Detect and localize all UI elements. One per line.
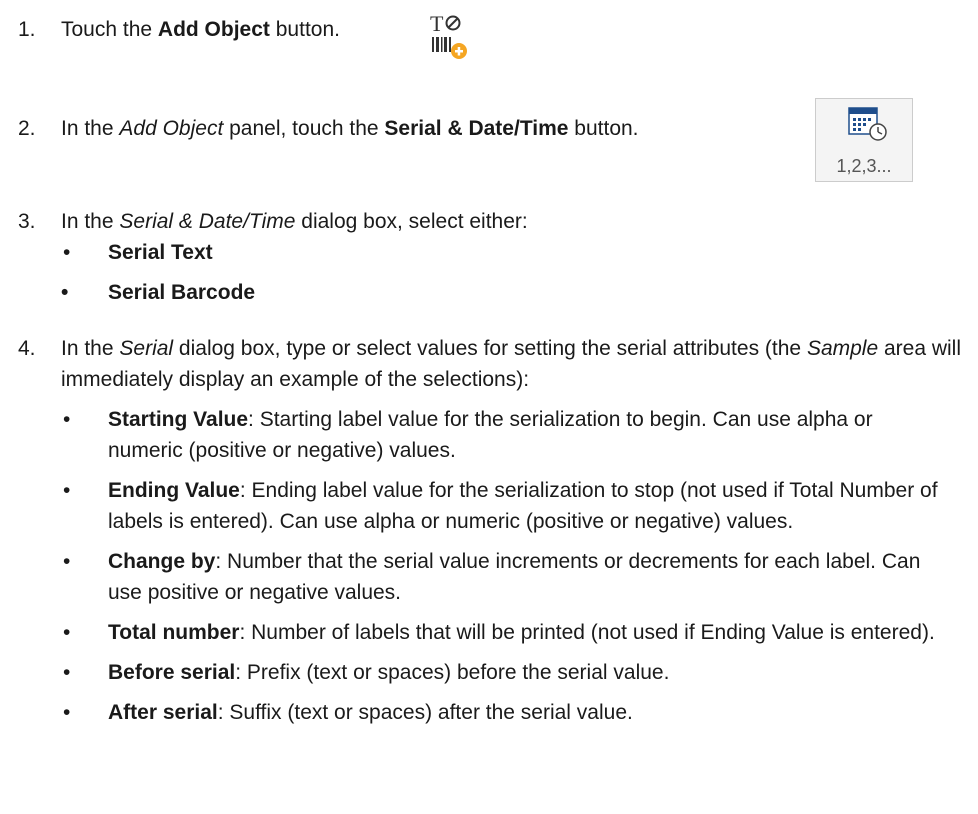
step-text-post: dialog box, select either: <box>295 210 528 233</box>
list-item: • Total number: Number of labels that wi… <box>61 617 938 648</box>
step-number: 4. <box>18 337 36 360</box>
attribute-term: Total number <box>108 621 240 644</box>
svg-text:T: T <box>430 11 444 36</box>
list-item: • Serial Barcode <box>61 277 938 308</box>
option-serial-barcode: Serial Barcode <box>108 281 256 304</box>
attribute-description: : Number of labels that will be printed … <box>239 621 935 644</box>
step-text-pre: In the <box>61 337 120 360</box>
step-text-pre: In the <box>61 210 120 233</box>
list-item: • Starting Value: Starting label value f… <box>61 404 938 466</box>
attribute-description: : Suffix (text or spaces) after the seri… <box>217 701 633 724</box>
step-italic-add-object: Add Object <box>119 117 224 140</box>
step-text-pre: In the <box>61 117 120 140</box>
step-number: 3. <box>18 210 36 233</box>
bullet-marker: • <box>63 550 71 573</box>
bullet-marker: • <box>63 479 71 502</box>
add-object-icon-graphic: T <box>430 11 467 59</box>
list-item: • Ending Value: Ending label value for t… <box>61 475 938 537</box>
serial-attributes-list: • Starting Value: Starting label value f… <box>61 404 938 737</box>
list-item: • After serial: Suffix (text or spaces) … <box>61 697 938 728</box>
step-text-mid: panel, touch the <box>223 117 385 140</box>
step-italic-serial: Serial <box>119 337 174 360</box>
add-object-icon: T <box>424 10 470 64</box>
step-text-post: button. <box>269 18 340 41</box>
list-item: • Before serial: Prefix (text or spaces)… <box>61 657 938 688</box>
step-text-mid: dialog box, type or select values for se… <box>173 337 807 360</box>
attribute-term: After serial <box>108 701 218 724</box>
calendar-clock-icon <box>848 107 887 141</box>
bullet-marker: • <box>63 408 71 431</box>
step-text-post: button. <box>568 117 639 140</box>
attribute-term: Ending Value <box>108 479 240 502</box>
attribute-term: Before serial <box>108 661 236 684</box>
list-item: • Serial Text <box>61 237 938 268</box>
bullet-marker: • <box>63 661 71 684</box>
step-term-add-object: Add Object <box>157 18 270 41</box>
attribute-term: Change by <box>108 550 216 573</box>
step-text-pre: Touch the <box>61 18 158 41</box>
attribute-description: : Prefix (text or spaces) before the ser… <box>235 661 670 684</box>
attribute-term: Starting Value <box>108 408 249 431</box>
step-text: Touch the Add Object button. <box>61 14 966 45</box>
bullet-marker: • <box>63 621 71 644</box>
serial-date-time-icon: 1,2,3... <box>815 98 913 182</box>
step-text: In the Serial dialog box, type or select… <box>61 333 966 395</box>
step-text: In the Serial & Date/Time dialog box, se… <box>61 206 966 237</box>
serial-icon-caption: 1,2,3... <box>836 156 892 176</box>
step-number: 1. <box>18 18 36 41</box>
bullet-marker: • <box>63 241 71 264</box>
list-item: • Change by: Number that the serial valu… <box>61 546 938 608</box>
step-term-serial-date-time: Serial & Date/Time <box>384 117 569 140</box>
step-italic-serial-date-time: Serial & Date/Time <box>119 210 296 233</box>
step-3-options: • Serial Text • Serial Barcode <box>61 237 938 317</box>
step-italic-sample: Sample <box>806 337 879 360</box>
attribute-description: : Number that the serial value increment… <box>108 550 921 604</box>
step-number: 2. <box>18 117 36 140</box>
option-serial-text: Serial Text <box>108 241 213 264</box>
bullet-marker: • <box>63 701 71 724</box>
bullet-marker: • <box>61 281 69 304</box>
